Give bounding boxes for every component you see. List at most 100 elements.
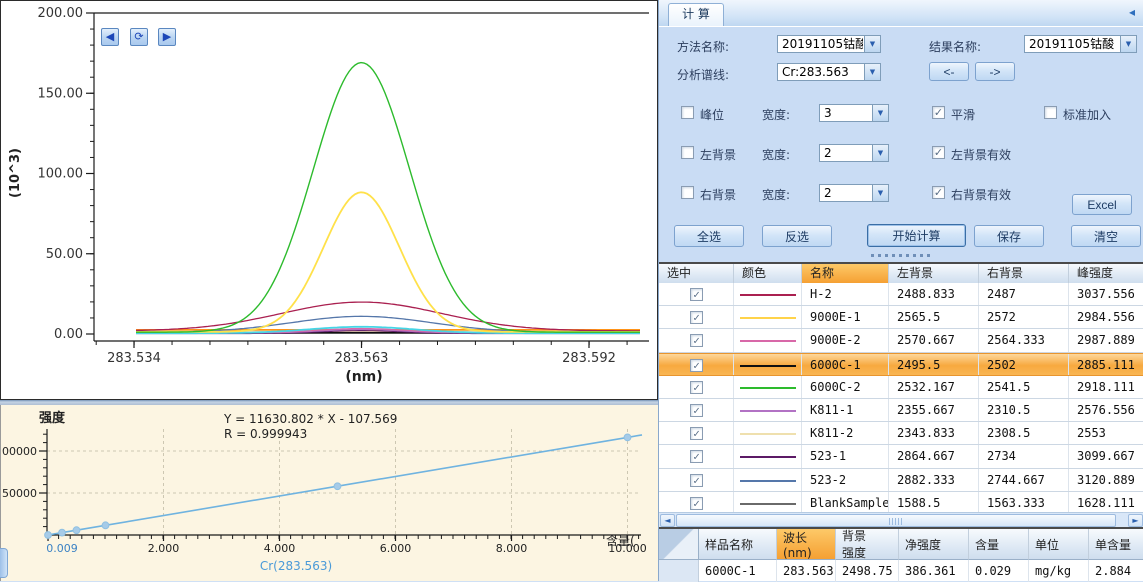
collapse-panel-icon[interactable]: ◂ [1129, 5, 1135, 19]
chart-refresh-button[interactable]: ⟳ [130, 28, 148, 46]
width-label: 宽度: [762, 146, 790, 163]
series-color-swatch [740, 456, 796, 458]
row-right-bg: 2564.333 [979, 329, 1069, 351]
excel-button[interactable]: Excel [1072, 194, 1132, 215]
method-name-select[interactable]: 20191105钴酸 ▼ [777, 35, 881, 53]
result-column-header-4[interactable]: 含量 [969, 529, 1029, 560]
row-checkbox[interactable]: ✓ [690, 404, 703, 417]
row-checkbox[interactable]: ✓ [690, 311, 703, 324]
prev-result-button[interactable]: <- [929, 62, 969, 81]
row-color-cell [734, 354, 802, 375]
row-color-cell [734, 283, 802, 305]
scroll-left-icon[interactable]: ◄ [660, 514, 675, 527]
analysis-line-label: 分析谱线: [677, 66, 729, 83]
result-table-corner[interactable] [659, 529, 699, 560]
left-bg-checkbox[interactable]: ✓ [681, 146, 694, 159]
row-checkbox[interactable]: ✓ [690, 497, 703, 510]
row-color-cell [734, 399, 802, 421]
select-all-button[interactable]: 全选 [674, 225, 744, 247]
table-row-6000C-1[interactable]: ✓6000C-12495.525022885.111 [659, 353, 1143, 376]
chart-next-button[interactable]: ▶ [158, 28, 176, 46]
peak-position-checkbox[interactable]: ✓ [681, 106, 694, 119]
row-name: H-2 [802, 283, 889, 305]
y-tick-label: 150.00 [38, 86, 84, 101]
result-name-select[interactable]: 20191105钴酸 ▼ [1024, 35, 1137, 53]
save-button[interactable]: 保存 [974, 225, 1044, 247]
row-checkbox[interactable]: ✓ [690, 359, 703, 372]
sample-table-header: 选中颜色名称左背景右背景峰强度 [659, 264, 1143, 284]
y-axis-title: (10^3) [8, 148, 23, 198]
table-row-H-2[interactable]: ✓H-22488.83324873037.556 [659, 283, 1143, 306]
chevron-down-icon[interactable]: ▼ [872, 145, 888, 161]
chart-prev-button[interactable]: ◀ [101, 28, 119, 46]
left-bg-width-select[interactable]: 2 ▼ [819, 144, 889, 162]
row-name: 9000E-2 [802, 329, 889, 351]
column-header-5[interactable]: 峰强度 [1069, 264, 1143, 283]
clear-button[interactable]: 清空 [1071, 225, 1141, 247]
panel-splitter-handle[interactable] [859, 253, 944, 258]
splitter-collapse-handle[interactable] [0, 548, 8, 578]
row-checkbox[interactable]: ✓ [690, 334, 703, 347]
table-row-6000C-2[interactable]: ✓6000C-22532.1672541.52918.111 [659, 376, 1143, 399]
standard-addition-checkbox[interactable]: ✓ [1044, 106, 1057, 119]
table-row-523-1[interactable]: ✓523-12864.66727343099.667 [659, 445, 1143, 468]
left-bg-valid-checkbox[interactable]: ✓ [932, 146, 945, 159]
x-tick-label: 4.000 [264, 542, 296, 555]
horizontal-scrollbar[interactable]: ◄ ► [659, 512, 1143, 528]
right-bg-valid-checkbox[interactable]: ✓ [932, 186, 945, 199]
row-name: 6000C-2 [802, 376, 889, 398]
chevron-down-icon[interactable]: ▼ [1120, 36, 1136, 52]
y-tick-label: 200.00 [38, 6, 84, 21]
chevron-down-icon[interactable]: ▼ [872, 185, 888, 201]
row-checkbox[interactable]: ✓ [690, 288, 703, 301]
row-checkbox[interactable]: ✓ [690, 450, 703, 463]
result-cell-2: 2498.75 [836, 560, 899, 582]
column-header-1[interactable]: 颜色 [734, 264, 802, 283]
table-row-523-2[interactable]: ✓523-22882.3332744.6673120.889 [659, 469, 1143, 492]
right-bg-valid-label: 右背景有效 [951, 186, 1011, 203]
table-row-K811-1[interactable]: ✓K811-12355.6672310.52576.556 [659, 399, 1143, 422]
invert-selection-button[interactable]: 反选 [762, 225, 832, 247]
column-header-2[interactable]: 名称 [802, 264, 889, 283]
scroll-right-icon[interactable]: ► [1128, 514, 1143, 527]
result-column-header-1[interactable]: 波长 (nm) [777, 529, 836, 560]
column-header-0[interactable]: 选中 [659, 264, 734, 283]
table-row-9000E-2[interactable]: ✓9000E-22570.6672564.3332987.889 [659, 329, 1143, 352]
chevron-down-icon[interactable]: ▼ [864, 64, 880, 80]
result-column-header-3[interactable]: 净强度 [899, 529, 969, 560]
result-column-header-6[interactable]: 单含量 [1089, 529, 1143, 560]
column-header-4[interactable]: 右背景 [979, 264, 1069, 283]
chevron-down-icon[interactable]: ▼ [864, 36, 880, 52]
row-checkbox[interactable]: ✓ [690, 381, 703, 394]
column-header-3[interactable]: 左背景 [889, 264, 979, 283]
row-name: K811-2 [802, 422, 889, 444]
left-bg-width-value: 2 [824, 146, 871, 161]
right-bg-width-select[interactable]: 2 ▼ [819, 184, 889, 202]
smooth-checkbox[interactable]: ✓ [932, 106, 945, 119]
chevron-down-icon[interactable]: ▼ [872, 105, 888, 121]
result-column-header-0[interactable]: 样品名称 [699, 529, 777, 560]
row-peak: 2984.556 [1069, 306, 1143, 328]
table-row-K811-2[interactable]: ✓K811-22343.8332308.52553 [659, 422, 1143, 445]
row-peak: 3037.556 [1069, 283, 1143, 305]
result-column-header-2[interactable]: 背景 强度 [836, 529, 899, 560]
row-check-cell: ✓ [659, 376, 734, 398]
result-column-header-5[interactable]: 单位 [1029, 529, 1089, 560]
series-color-swatch [740, 340, 796, 342]
next-result-button[interactable]: -> [975, 62, 1015, 81]
y-tick-label: 0.00 [54, 327, 83, 342]
table-row-9000E-1[interactable]: ✓9000E-12565.525722984.556 [659, 306, 1143, 329]
calibration-point [334, 483, 341, 490]
result-row-header[interactable] [659, 560, 699, 582]
tab-calculate[interactable]: 计 算 [668, 3, 724, 26]
start-calculation-button[interactable]: 开始计算 [867, 224, 966, 247]
scrollbar-thumb[interactable] [676, 514, 1116, 527]
row-peak: 2885.111 [1069, 354, 1143, 375]
row-checkbox[interactable]: ✓ [690, 474, 703, 487]
row-name: K811-1 [802, 399, 889, 421]
peak-width-select[interactable]: 3 ▼ [819, 104, 889, 122]
right-bg-checkbox[interactable]: ✓ [681, 186, 694, 199]
y-tick-label: 100000 [1, 445, 37, 458]
analysis-line-select[interactable]: Cr:283.563 ▼ [777, 63, 881, 81]
row-checkbox[interactable]: ✓ [690, 427, 703, 440]
